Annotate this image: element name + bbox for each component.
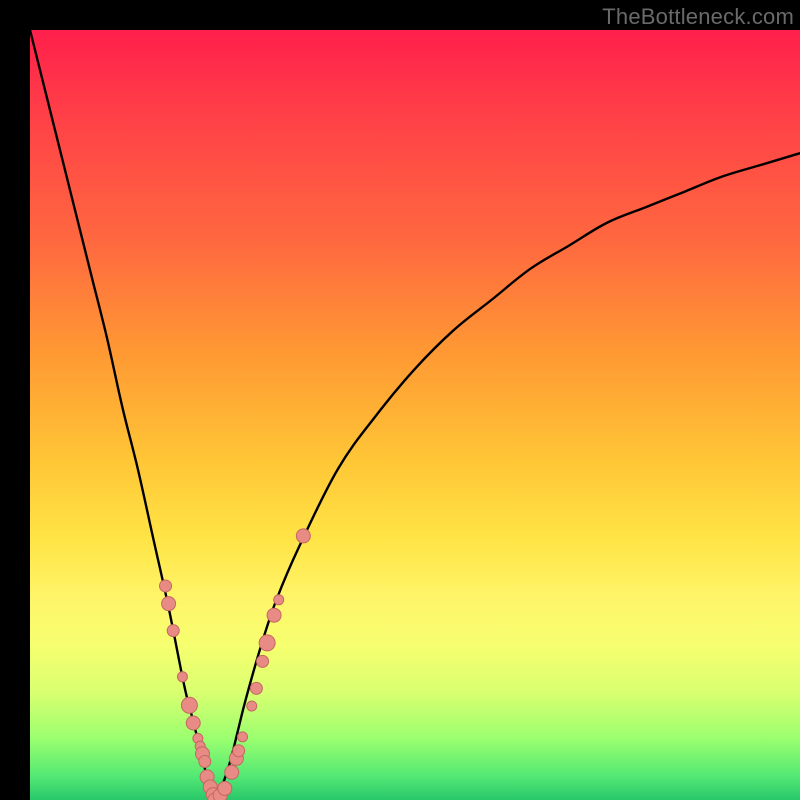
scatter-dot [218,781,232,795]
scatter-dot [225,765,239,779]
scatter-dot [274,595,284,605]
scatter-dot [177,672,187,682]
scatter-dot [296,529,310,543]
scatter-dot [167,625,179,637]
bottleneck-curve [30,30,800,800]
chart-frame: TheBottleneck.com [0,0,800,800]
scatter-dot [267,608,281,622]
chart-svg [30,30,800,800]
scatter-dot [250,682,262,694]
scatter-dot [238,732,248,742]
scatter-dot [247,701,257,711]
scatter-dot [162,597,176,611]
plot-area [30,30,800,800]
scatter-dot [181,697,197,713]
scatter-dot [257,655,269,667]
scatter-dot [259,635,275,651]
watermark-text: TheBottleneck.com [602,4,794,30]
scatter-dot [186,716,200,730]
scatter-dot [233,745,245,757]
scatter-dot [199,756,211,768]
scatter-dot [160,580,172,592]
